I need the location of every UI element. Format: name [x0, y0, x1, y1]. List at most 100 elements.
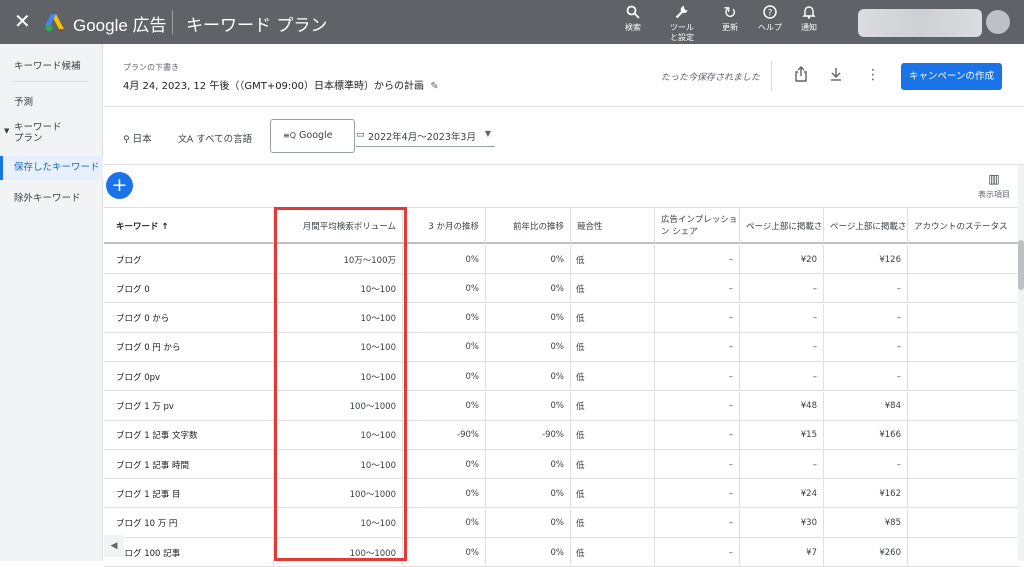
- cell-monthly-volume: 10～100: [274, 450, 403, 480]
- table-row[interactable]: ブログ 0 10～100 0% 0% 低 – – –: [104, 274, 1020, 304]
- table-row[interactable]: ブログ 1 万 pv 100～1000 0% 0% 低 – ¥48 ¥84: [104, 391, 1020, 421]
- header-top-bid-low[interactable]: ページ上部に掲載さ: [740, 208, 824, 243]
- avatar[interactable]: [986, 10, 1010, 34]
- cell-top-bid-high: ¥84: [824, 391, 908, 421]
- cell-keyword[interactable]: ブログ: [104, 245, 274, 274]
- cell-keyword[interactable]: ブログ 0pv: [104, 362, 274, 392]
- cell-top-bid-high: ¥166: [824, 420, 908, 450]
- table-row[interactable]: ブログ 1 記事 時間 10～100 0% 0% 低 – – –: [104, 450, 1020, 480]
- cell-top-bid-low: ¥15: [740, 420, 824, 450]
- language-filter[interactable]: 文A すべての言語: [178, 131, 252, 145]
- cell-impression-share: –: [655, 362, 740, 392]
- cell-impression-share: –: [655, 274, 740, 304]
- table-row[interactable]: ブログ 0pv 10～100 0% 0% 低 – – –: [104, 362, 1020, 392]
- cell-keyword[interactable]: ブログ 1 記事 文字数: [104, 420, 274, 450]
- vertical-scrollbar[interactable]: [1018, 165, 1024, 561]
- vertical-scrollbar-thumb[interactable]: [1018, 240, 1024, 290]
- cell-competition: 低: [571, 303, 655, 333]
- cell-monthly-volume: 100～1000: [274, 391, 403, 421]
- header-divider: [771, 61, 772, 91]
- create-campaign-button[interactable]: キャンペーンの作成: [901, 63, 1002, 90]
- download-icon[interactable]: [829, 66, 843, 86]
- cell-3month-change: 0%: [403, 450, 486, 480]
- cell-account-status: [908, 479, 1020, 508]
- help-icon: ?: [748, 5, 792, 21]
- cell-top-bid-high: ¥162: [824, 479, 908, 509]
- sidebar-item-forecast[interactable]: 予測: [0, 94, 103, 108]
- cell-account-status: [908, 392, 1020, 421]
- table-row[interactable]: ブログ 100 記事 100～1000 0% 0% 低 – ¥7 ¥260: [104, 538, 1020, 567]
- cell-keyword[interactable]: ブログ 0 から: [104, 303, 274, 333]
- cell-3month-change: 0%: [403, 391, 486, 421]
- help-button[interactable]: ? ヘルプ: [748, 5, 792, 33]
- cell-impression-share: –: [655, 420, 740, 450]
- header-impression-share[interactable]: 広告インプレッション シェア: [655, 208, 740, 243]
- cell-account-status: [908, 304, 1020, 333]
- search-tool-button[interactable]: 検索: [611, 5, 655, 33]
- cell-yoy-change: 0%: [486, 303, 571, 333]
- svg-text:?: ?: [768, 9, 773, 19]
- save-status: たった今保存されました: [661, 73, 761, 83]
- notifications-button[interactable]: 通知: [787, 5, 831, 33]
- pencil-icon[interactable]: ✎: [430, 81, 438, 92]
- header-monthly-volume[interactable]: 月間平均検索ボリューム: [274, 208, 403, 243]
- header-keyword[interactable]: キーワード ↑: [104, 208, 274, 243]
- scroll-left-button[interactable]: ◀: [104, 535, 124, 557]
- sidebar-item-negative-keywords[interactable]: 除外キーワード: [0, 190, 103, 204]
- sidebar-item-saved-keywords[interactable]: 保存したキーワード: [0, 156, 103, 180]
- refresh-button[interactable]: ↻ 更新: [708, 5, 752, 33]
- header-3month-change[interactable]: 3 か月の推移: [403, 208, 486, 243]
- cell-keyword[interactable]: ブログ 100 記事: [104, 538, 274, 567]
- page-title: キーワード プラン: [186, 16, 328, 36]
- close-icon[interactable]: ✕: [14, 10, 31, 32]
- refresh-label: 更新: [722, 23, 738, 32]
- plan-draft-label: プランの下書き: [123, 63, 179, 72]
- table-row[interactable]: ブログ 1 記事 目 100～1000 0% 0% 低 – ¥24 ¥162: [104, 479, 1020, 509]
- sidebar-item-keyword-plan[interactable]: キーワード プラン: [0, 122, 103, 144]
- cell-3month-change: 0%: [403, 274, 486, 304]
- tools-settings-button[interactable]: ツールと設定: [659, 5, 705, 43]
- cell-3month-change: 0%: [403, 303, 486, 333]
- share-icon[interactable]: [794, 66, 808, 86]
- add-keyword-button[interactable]: +: [106, 172, 133, 199]
- header-yoy-change[interactable]: 前年比の推移: [486, 208, 571, 243]
- cell-3month-change: 0%: [403, 245, 486, 274]
- table-row[interactable]: ブログ 0 円 から 10～100 0% 0% 低 – – –: [104, 332, 1020, 362]
- date-range-selector[interactable]: ▭ 2022年4月～2023年3月 ▼: [356, 129, 495, 147]
- sidebar-item-keyword-ideas[interactable]: キーワード候補: [0, 58, 103, 72]
- table-header: キーワード ↑ 月間平均検索ボリューム 3 か月の推移 前年比の推移 競合性 広…: [104, 207, 1020, 244]
- columns-button[interactable]: ▥ 表示項目: [972, 173, 1016, 200]
- top-app-bar: ✕ Google 広告 キーワード プラン 検索 ツールと設定 ↻ 更新 ? ヘ…: [0, 0, 1024, 44]
- cell-3month-change: 0%: [403, 332, 486, 362]
- account-info-blurred[interactable]: [858, 9, 982, 37]
- header-competition[interactable]: 競合性: [571, 208, 655, 243]
- cell-monthly-volume: 10～100: [274, 362, 403, 392]
- table-row[interactable]: ブログ 10万～100万 0% 0% 低 – ¥20 ¥126: [104, 245, 1020, 274]
- date-range-value: 2022年4月～2023年3月: [368, 132, 476, 143]
- more-vert-icon[interactable]: ⋮: [866, 66, 880, 84]
- table-row[interactable]: ブログ 1 記事 文字数 10～100 -90% -90% 低 – ¥15 ¥166: [104, 420, 1020, 450]
- header-account-status[interactable]: アカウントのステータス: [908, 208, 1020, 243]
- cell-impression-share: –: [655, 245, 740, 274]
- cell-competition: 低: [571, 391, 655, 421]
- network-filter[interactable]: ≡Q Google: [270, 119, 355, 153]
- cell-keyword[interactable]: ブログ 0 円 から: [104, 332, 274, 362]
- header-top-bid-high[interactable]: ページ上部に掲載さ: [824, 208, 908, 243]
- cell-yoy-change: 0%: [486, 332, 571, 362]
- cell-3month-change: 0%: [403, 538, 486, 567]
- cell-account-status: [908, 274, 1020, 303]
- cell-keyword[interactable]: ブログ 1 記事 時間: [104, 450, 274, 480]
- location-filter[interactable]: ⚲ 日本: [123, 131, 152, 145]
- cell-keyword[interactable]: ブログ 1 記事 目: [104, 479, 274, 509]
- cell-competition: 低: [571, 450, 655, 480]
- table-row[interactable]: ブログ 10 万 円 10～100 0% 0% 低 – ¥30 ¥85: [104, 508, 1020, 538]
- cell-keyword[interactable]: ブログ 10 万 円: [104, 508, 274, 538]
- cell-monthly-volume: 10～100: [274, 274, 403, 304]
- cell-keyword[interactable]: ブログ 1 万 pv: [104, 391, 274, 421]
- cell-top-bid-low: ¥30: [740, 508, 824, 538]
- cell-impression-share: –: [655, 391, 740, 421]
- table-row[interactable]: ブログ 0 から 10～100 0% 0% 低 – – –: [104, 303, 1020, 333]
- cell-keyword[interactable]: ブログ 0: [104, 274, 274, 304]
- cell-top-bid-low: ¥48: [740, 391, 824, 421]
- cell-monthly-volume: 100～1000: [274, 479, 403, 509]
